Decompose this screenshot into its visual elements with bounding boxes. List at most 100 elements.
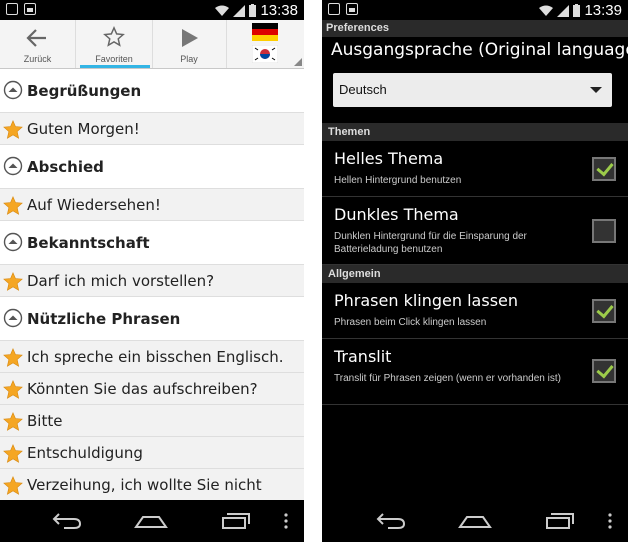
collapse-up-icon xyxy=(3,80,23,104)
home-nav-icon[interactable] xyxy=(458,511,492,529)
category-label: Abschied xyxy=(27,158,104,176)
recent-apps-nav-icon[interactable] xyxy=(544,511,574,529)
category-label: Begrüßungen xyxy=(27,82,142,100)
play-button[interactable]: Play xyxy=(153,20,225,68)
play-label: Play xyxy=(180,54,198,64)
category-header[interactable]: Nützliche Phrasen xyxy=(0,297,304,341)
gallery-notification-icon xyxy=(346,3,358,15)
back-nav-icon[interactable] xyxy=(50,511,82,529)
star-outline-icon xyxy=(103,26,125,47)
phrase-text: Ich spreche ein bisschen Englisch. xyxy=(27,348,284,366)
menu-nav-icon[interactable] xyxy=(608,513,612,529)
pref-title: Helles Thema xyxy=(334,149,444,168)
sound-checkbox[interactable] xyxy=(592,299,616,323)
star-filled-icon xyxy=(3,195,23,219)
category-label: Nützliche Phrasen xyxy=(27,310,181,328)
category-header[interactable]: Begrüßungen xyxy=(0,69,304,113)
korean-flag-icon xyxy=(252,45,278,63)
section-general: Allgemein xyxy=(322,265,628,283)
battery-icon xyxy=(249,4,257,17)
left-phone-screen: 13:38 Zurück Favoriten Play Begrüßungen G… xyxy=(0,0,304,542)
battery-icon xyxy=(573,4,581,17)
clock: 13:38 xyxy=(260,2,298,19)
phrase-item[interactable]: Guten Morgen! xyxy=(0,113,304,145)
source-language-value: Deutsch xyxy=(339,82,387,97)
pref-summary: Translit für Phrasen zeigen (wenn er vor… xyxy=(334,373,561,384)
collapse-up-icon xyxy=(3,232,23,256)
preferences-title: Preferences xyxy=(322,20,628,37)
play-icon xyxy=(182,29,198,47)
notification-icon xyxy=(6,3,18,15)
pref-title: Dunkles Thema xyxy=(334,205,459,224)
source-language-label: Ausgangsprache (Original language) xyxy=(331,40,628,60)
phrase-text: Könnten Sie das aufschreiben? xyxy=(27,380,258,398)
back-nav-icon[interactable] xyxy=(374,511,406,529)
star-filled-icon xyxy=(3,119,23,143)
language-switch-button[interactable] xyxy=(227,20,304,68)
back-button[interactable]: Zurück xyxy=(0,20,75,68)
wifi-icon xyxy=(539,5,554,16)
phrase-text: Auf Wiedersehen! xyxy=(27,196,161,214)
pref-light-theme[interactable]: Helles Thema Hellen Hintergrund benutzen xyxy=(322,141,628,197)
phrase-text: Bitte xyxy=(27,412,63,430)
collapse-up-icon xyxy=(3,156,23,180)
phrase-list: Begrüßungen Guten Morgen! Abschied Auf Wied… xyxy=(0,69,304,501)
category-header[interactable]: Abschied xyxy=(0,145,304,189)
phrase-item[interactable]: Auf Wiedersehen! xyxy=(0,189,304,221)
pref-summary: Phrasen beim Click klingen lassen xyxy=(334,317,487,328)
pref-dark-theme[interactable]: Dunkles Thema Dunklen Hintergrund für di… xyxy=(322,197,628,265)
phrase-item[interactable]: Darf ich mich vorstellen? xyxy=(0,265,304,297)
status-bar: 13:38 xyxy=(0,0,304,20)
favorites-label: Favoriten xyxy=(95,54,133,64)
phrase-item[interactable]: Bitte xyxy=(0,405,304,437)
pref-sound[interactable]: Phrasen klingen lassen Phrasen beim Clic… xyxy=(322,283,628,339)
phrase-item[interactable]: Könnten Sie das aufschreiben? xyxy=(0,373,304,405)
recent-apps-nav-icon[interactable] xyxy=(220,511,250,529)
dropdown-arrow-icon xyxy=(590,87,602,93)
signal-icon xyxy=(557,4,570,17)
favorites-button[interactable]: Favoriten xyxy=(76,20,152,68)
pref-title: Phrasen klingen lassen xyxy=(334,291,519,310)
star-filled-icon xyxy=(3,271,23,295)
dropdown-corner-icon xyxy=(294,58,302,66)
action-bar: Zurück Favoriten Play xyxy=(0,20,304,69)
section-themes: Themen xyxy=(322,123,628,141)
dark-theme-checkbox[interactable] xyxy=(592,219,616,243)
phrase-item[interactable]: Ich spreche ein bisschen Englisch. xyxy=(0,341,304,373)
category-header[interactable]: Bekanntschaft xyxy=(0,221,304,265)
navigation-bar xyxy=(322,500,628,542)
pref-translit[interactable]: Translit Translit für Phrasen zeigen (we… xyxy=(322,339,628,405)
phrase-text: Entschuldigung xyxy=(27,444,143,462)
clock: 13:39 xyxy=(584,2,622,19)
status-bar: 13:39 xyxy=(322,0,628,20)
star-filled-icon xyxy=(3,475,23,499)
phrase-item[interactable]: Entschuldigung xyxy=(0,437,304,469)
star-filled-icon xyxy=(3,347,23,371)
light-theme-checkbox[interactable] xyxy=(592,157,616,181)
source-language-dropdown[interactable]: Deutsch xyxy=(333,73,612,107)
category-label: Bekanntschaft xyxy=(27,234,150,252)
back-label: Zurück xyxy=(23,54,52,64)
german-flag-icon xyxy=(252,23,278,41)
home-nav-icon[interactable] xyxy=(134,511,168,529)
selected-tab-indicator xyxy=(80,65,150,68)
wifi-icon xyxy=(215,5,230,16)
arrow-left-icon xyxy=(26,29,46,47)
star-filled-icon xyxy=(3,379,23,403)
phrase-text: Darf ich mich vorstellen? xyxy=(27,272,215,290)
translit-checkbox[interactable] xyxy=(592,359,616,383)
signal-icon xyxy=(233,4,246,17)
pref-summary: Dunklen Hintergrund für die Einsparung d… xyxy=(334,231,527,255)
phrase-text: Verzeihung, ich wollte Sie nicht xyxy=(27,476,262,494)
pref-title: Translit xyxy=(334,347,392,366)
pref-summary: Hellen Hintergrund benutzen xyxy=(334,175,462,186)
star-filled-icon xyxy=(3,411,23,435)
collapse-up-icon xyxy=(3,308,23,332)
menu-nav-icon[interactable] xyxy=(284,513,288,529)
right-phone-screen: 13:39 Preferences Ausgangsprache (Origin… xyxy=(322,0,628,542)
notification-icon xyxy=(328,3,340,15)
star-filled-icon xyxy=(3,443,23,467)
phrase-item[interactable]: Verzeihung, ich wollte Sie nicht xyxy=(0,469,304,501)
navigation-bar xyxy=(0,500,304,542)
phrase-text: Guten Morgen! xyxy=(27,120,140,138)
